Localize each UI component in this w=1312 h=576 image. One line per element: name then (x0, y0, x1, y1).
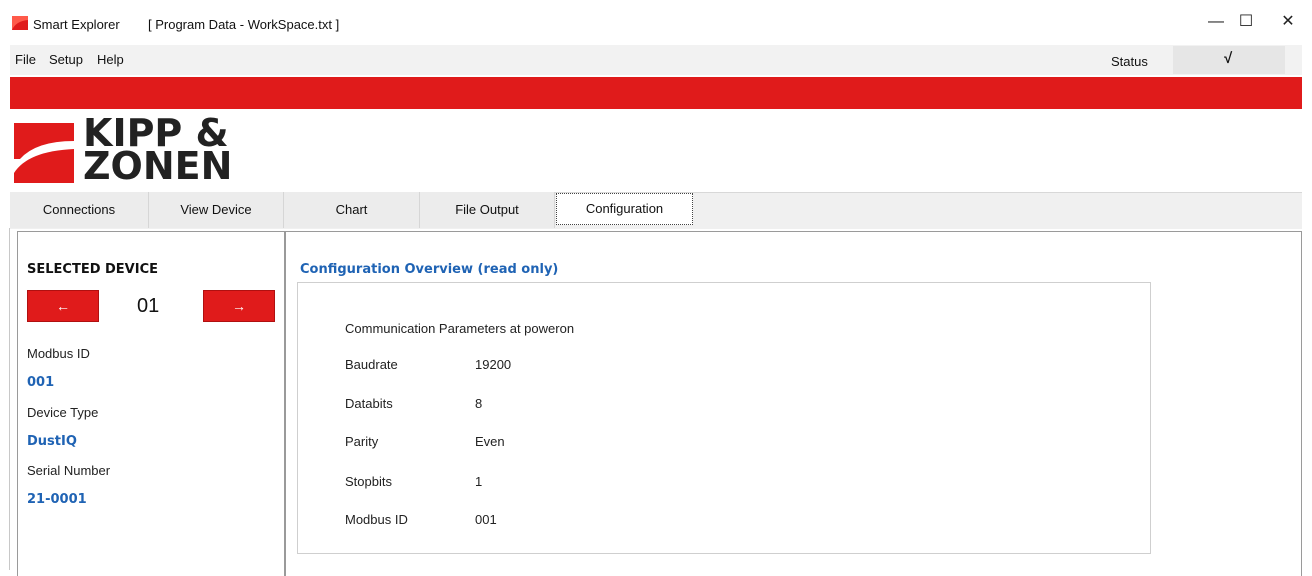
param-label: Stopbits (345, 474, 392, 489)
brand-logo-mark (14, 123, 74, 183)
device-type-value: DustIQ (27, 434, 77, 449)
status-label: Status (1111, 54, 1148, 69)
menu-file[interactable]: File (15, 52, 36, 67)
selected-device-panel (17, 231, 285, 576)
device-type-label: Device Type (27, 405, 99, 420)
param-label: Databits (345, 396, 393, 411)
minimize-icon: — (1208, 13, 1224, 30)
param-value: 19200 (475, 357, 512, 372)
window-title-app: Smart Explorer (33, 17, 120, 32)
tab-file-output[interactable]: File Output (420, 192, 555, 228)
modbus-id-label: Modbus ID (27, 346, 90, 361)
param-value: Even (475, 434, 505, 449)
device-number: 01 (137, 295, 160, 317)
close-icon: ✕ (1281, 13, 1295, 30)
menu-help[interactable]: Help (97, 52, 124, 67)
tab-configuration[interactable]: Configuration (556, 193, 693, 225)
param-label: Baudrate (345, 357, 398, 372)
communication-parameters-header: Communication Parameters at poweron (345, 321, 575, 336)
next-device-button[interactable]: → (203, 290, 275, 322)
maximize-button[interactable]: ☐ (1226, 8, 1266, 36)
configuration-overview-title: Configuration Overview (read only) (300, 262, 559, 277)
modbus-id-value: 001 (27, 375, 55, 390)
param-value: 8 (475, 396, 483, 411)
brand-bar (10, 77, 1302, 109)
param-label: Parity (345, 434, 379, 449)
brand-name-line2: ZONEN (83, 144, 233, 188)
arrow-left-icon: ← (56, 298, 70, 314)
menu-setup[interactable]: Setup (49, 52, 83, 67)
selected-device-title: SELECTED DEVICE (27, 262, 159, 277)
tab-chart[interactable]: Chart (284, 192, 420, 228)
menu-bar: File Setup Help (10, 45, 1302, 75)
serial-number-value: 21-0001 (27, 492, 87, 507)
close-button[interactable]: ✕ (1268, 8, 1308, 36)
status-check-icon: √ (1224, 50, 1233, 67)
maximize-icon: ☐ (1238, 13, 1254, 30)
window-left-border (9, 228, 10, 570)
tab-connections[interactable]: Connections (10, 192, 149, 228)
previous-device-button[interactable]: ← (27, 290, 99, 322)
window-title-document: [ Program Data - WorkSpace.txt ] (148, 17, 340, 32)
app-logo-icon (12, 16, 28, 30)
param-value: 1 (475, 474, 483, 489)
param-value: 001 (475, 512, 497, 527)
param-label: Modbus ID (345, 512, 408, 527)
arrow-right-icon: → (232, 298, 246, 314)
tab-view-device[interactable]: View Device (149, 192, 284, 228)
serial-number-label: Serial Number (27, 463, 111, 478)
